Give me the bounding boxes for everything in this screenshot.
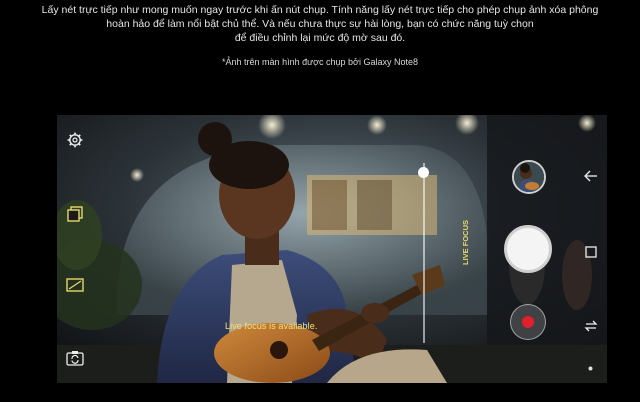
indicator-dot-icon: [588, 366, 593, 371]
record-dot-icon: [522, 316, 534, 328]
swap-icon[interactable]: [584, 320, 598, 332]
gear-icon[interactable]: [67, 132, 83, 148]
arrow-left-icon[interactable]: [584, 170, 598, 182]
switch-camera-icon[interactable]: [66, 350, 84, 366]
caption-line-3: để điều chỉnh lại mức độ mờ sau đó.: [234, 32, 406, 44]
aspect-ratio-icon[interactable]: [66, 278, 84, 292]
caption-line-2: hoàn hảo để làm nổi bật chủ thể. Và nếu …: [106, 18, 534, 30]
square-icon[interactable]: [585, 246, 597, 258]
record-button[interactable]: [510, 304, 546, 340]
caption-line-1: Lấy nét trực tiếp như mong muốn ngay trư…: [41, 4, 599, 16]
live-focus-mode-label[interactable]: LIVE FOCUS: [461, 220, 470, 265]
caption-note: *Ảnh trên màn hình được chụp bởi Galaxy …: [222, 57, 418, 67]
blur-slider-track[interactable]: [423, 163, 425, 343]
camera-viewfinder[interactable]: Live focus is available. LIVE FOCUS: [57, 115, 607, 383]
blur-slider-handle[interactable]: [418, 166, 429, 178]
shutter-button[interactable]: [504, 225, 552, 273]
live-focus-message: Live focus is available.: [225, 321, 318, 331]
gallery-thumbnail[interactable]: [512, 160, 546, 194]
stacked-squares-icon[interactable]: [66, 205, 84, 223]
